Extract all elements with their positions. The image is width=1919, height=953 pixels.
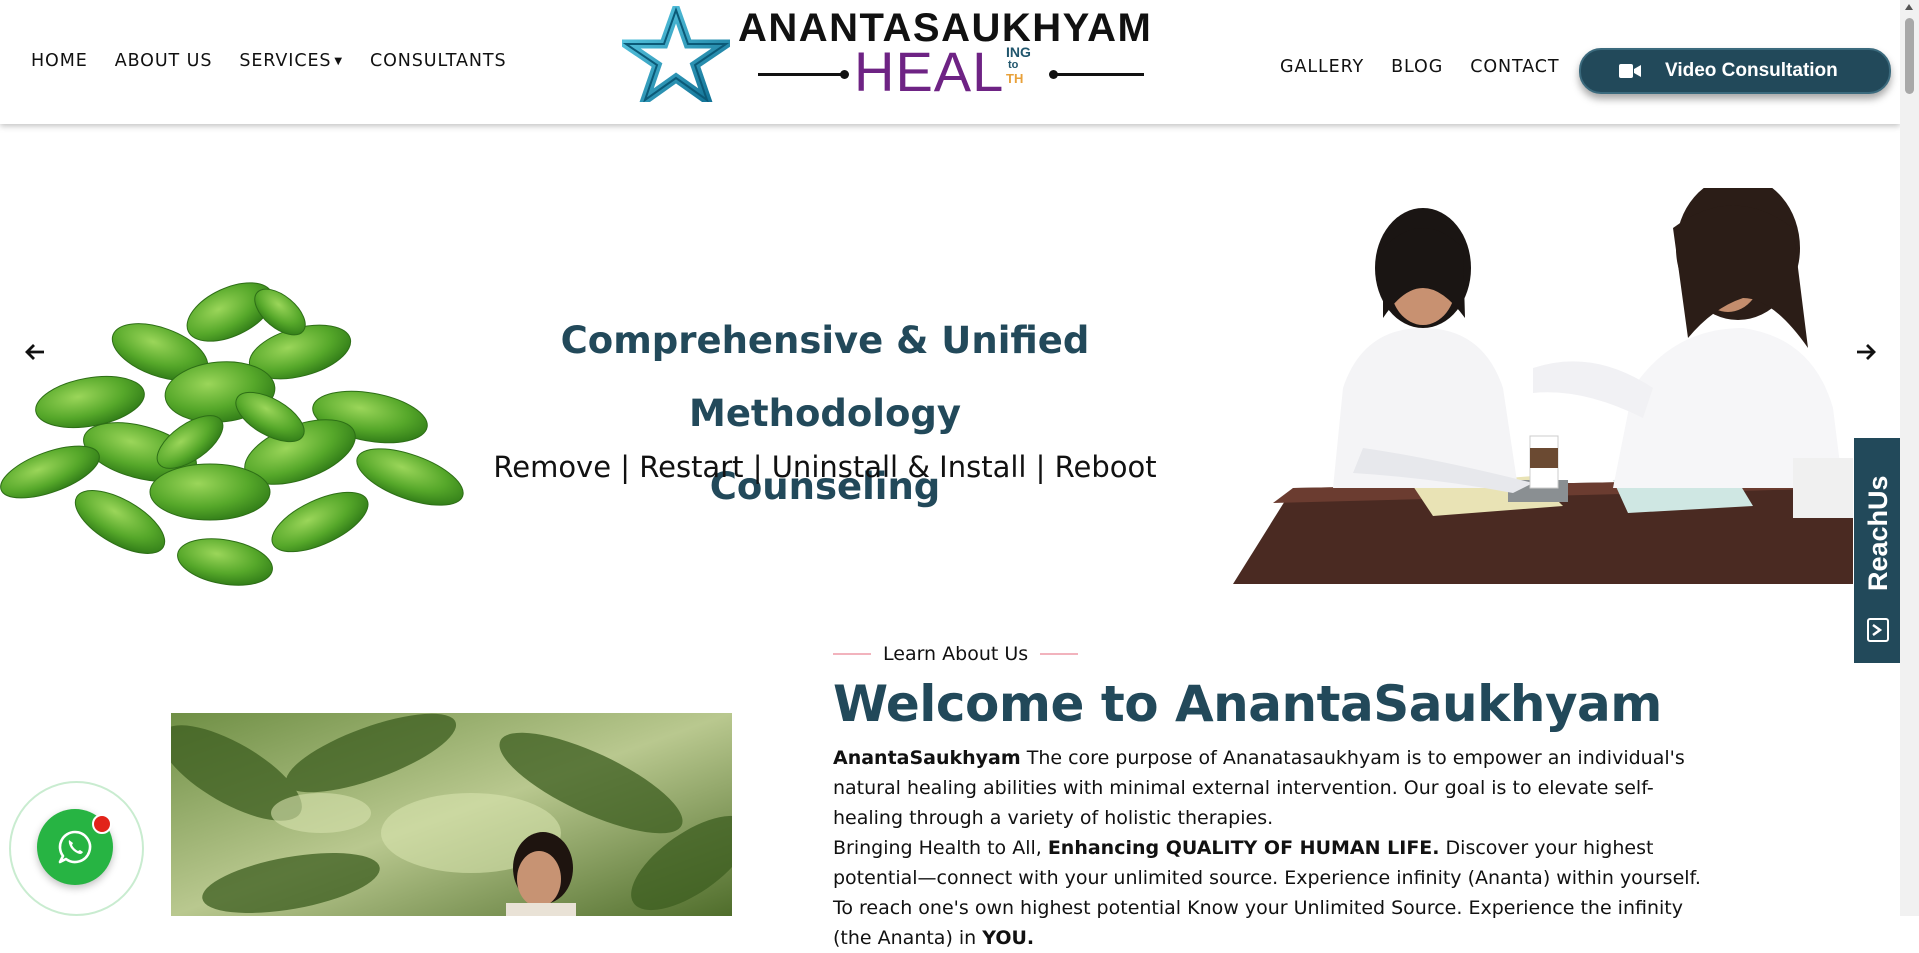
about-p2-bold2: YOU. <box>982 927 1035 949</box>
counseling-photo <box>1233 188 1853 584</box>
about-eyebrow: Learn About Us <box>833 643 1079 665</box>
logo-sup-ing: ING <box>1006 44 1031 60</box>
hero-title-line1: Comprehensive & Unified Methodology <box>560 319 1090 435</box>
nav-consultants[interactable]: CONSULTANTS <box>370 51 506 71</box>
whatsapp-icon <box>58 830 92 864</box>
caret-down-icon: ▼ <box>334 55 344 67</box>
slider-next-button[interactable] <box>1855 338 1877 368</box>
about-title: Welcome to AnantaSaukhyam <box>833 675 1662 733</box>
eyebrow-text: Learn About Us <box>883 643 1029 665</box>
scroll-up-icon[interactable] <box>1905 4 1913 10</box>
video-camera-icon <box>1619 64 1641 78</box>
hero-title: Comprehensive & Unified Methodology Coun… <box>420 304 1230 523</box>
nav-about-us[interactable]: ABOUT US <box>115 51 213 71</box>
eyebrow-dash-right <box>1040 653 1079 655</box>
scroll-thumb[interactable] <box>1905 18 1914 94</box>
arrow-right-icon <box>1857 344 1876 360</box>
logo-sup-th: TH <box>1006 71 1024 86</box>
arrow-left-icon <box>25 344 44 360</box>
logo-line-left <box>758 73 848 76</box>
hero-subtitle: Remove | Restart | Uninstall & Install |… <box>493 450 1157 484</box>
hero-slider: Comprehensive & Unified Methodology Coun… <box>0 124 1900 586</box>
logo-line-right <box>1054 73 1144 76</box>
nav-blog[interactable]: BLOG <box>1391 57 1443 77</box>
nav-right: GALLERY BLOG CONTACT <box>1280 57 1587 77</box>
video-consultation-label: Video Consultation <box>1665 60 1838 81</box>
about-brand: AnantaSaukhyam <box>833 747 1021 769</box>
site-logo[interactable]: ANANTASAUKHYAM HEAL ING to TH <box>622 4 1152 104</box>
nav-services[interactable]: SERVICES ▼ <box>239 51 343 71</box>
exit-icon <box>1867 618 1889 642</box>
nav-contact[interactable]: CONTACT <box>1470 57 1559 77</box>
nav-services-label: SERVICES <box>239 51 332 71</box>
eyebrow-dash-left <box>833 653 871 655</box>
logo-superscript: ING to TH <box>1006 44 1031 86</box>
nav-home[interactable]: HOME <box>31 51 88 71</box>
slider-prev-button[interactable] <box>24 338 46 368</box>
reach-us-tab[interactable]: ReachUs <box>1854 438 1902 663</box>
nav-gallery[interactable]: GALLERY <box>1280 57 1364 77</box>
meditation-photo <box>171 713 732 916</box>
logo-heal: HEAL <box>854 40 1005 103</box>
star-logo-icon <box>622 6 730 102</box>
site-header: HOME ABOUT US SERVICES ▼ CONSULTANTS ANAN… <box>0 0 1900 124</box>
video-consultation-button[interactable]: Video Consultation <box>1579 48 1891 94</box>
about-paragraph-1: AnantaSaukhyam The core purpose of Anana… <box>833 743 1723 833</box>
page-scrollbar[interactable] <box>1900 0 1919 916</box>
about-p2-text1: Bringing Health to All, <box>833 837 1048 859</box>
reach-us-label: ReachUs <box>1863 475 1893 591</box>
about-p2-bold: Enhancing QUALITY OF HUMAN LIFE. <box>1047 837 1440 859</box>
nav-left: HOME ABOUT US SERVICES ▼ CONSULTANTS <box>31 51 533 71</box>
about-body: AnantaSaukhyam The core purpose of Anana… <box>833 743 1723 953</box>
logo-dot-left <box>840 70 849 79</box>
about-paragraph-2: Bringing Health to All, Enhancing QUALIT… <box>833 833 1723 953</box>
notification-dot <box>92 814 112 834</box>
